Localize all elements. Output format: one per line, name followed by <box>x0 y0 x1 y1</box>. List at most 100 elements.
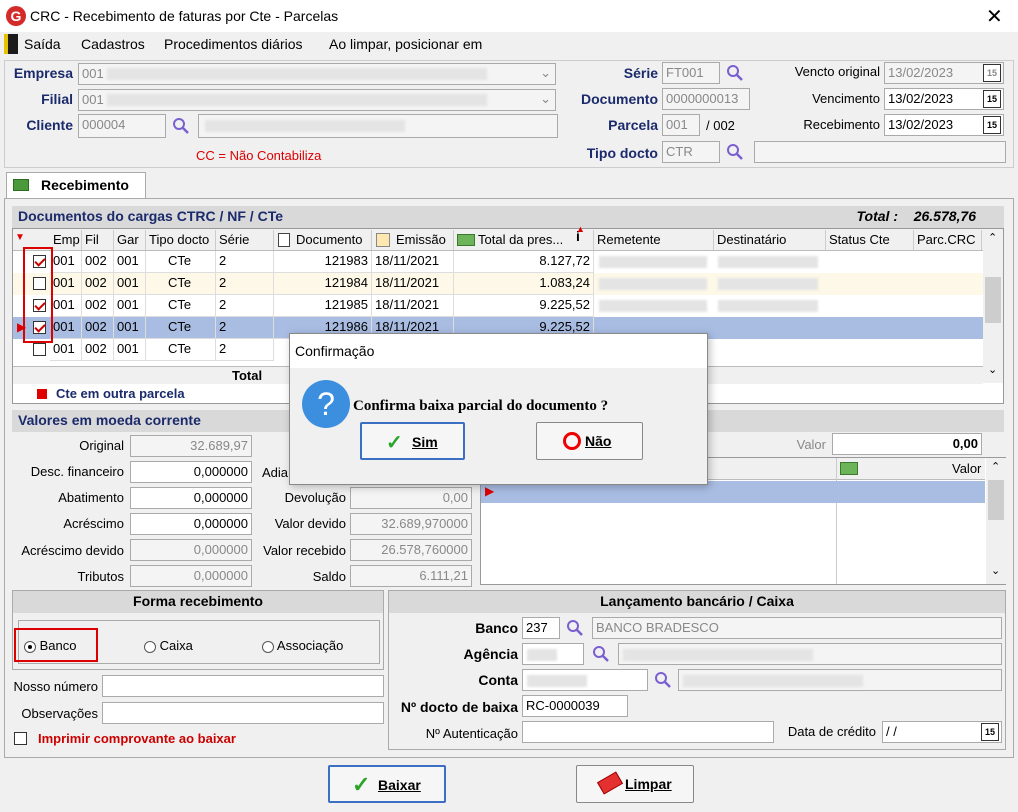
documento-label: Documento <box>581 91 658 107</box>
agencia-input[interactable] <box>522 643 584 665</box>
limpar-button[interactable]: Limpar <box>576 765 694 803</box>
footer-total-label: Total <box>232 368 263 383</box>
vrecebido-label: Valor recebido <box>263 543 346 558</box>
vencto-original-label: Vencto original <box>794 64 880 79</box>
conta-input[interactable] <box>522 669 648 691</box>
sim-button[interactable]: ✓ Sim <box>360 422 465 460</box>
dialog-body <box>290 368 707 484</box>
serie-input[interactable]: FT001 <box>662 62 720 84</box>
acresdev-label: Acréscimo devido <box>21 543 124 558</box>
col-fil[interactable]: Fil <box>82 230 114 250</box>
abat-label: Abatimento <box>58 490 124 505</box>
adia-label: Adia <box>262 465 289 480</box>
dialog-title: Confirmação <box>295 343 375 359</box>
search-icon[interactable] <box>172 117 190 135</box>
menu-ao-limpar[interactable]: Ao limpar, posicionar em <box>329 36 482 52</box>
banco-search-icon[interactable] <box>566 619 584 637</box>
trib-label: Tributos <box>77 569 124 584</box>
money-bill-icon <box>457 234 475 246</box>
desc-input[interactable]: 0,000000 <box>130 461 252 483</box>
agencia-label: Agência <box>463 646 518 662</box>
empresa-select[interactable]: 001 ⌄ <box>78 63 556 85</box>
documento-input[interactable]: 0000000013 <box>662 88 750 110</box>
radio-caixa[interactable]: Caixa <box>144 638 193 653</box>
checkbox-highlight <box>23 247 53 343</box>
cliente-label: Cliente <box>26 117 73 133</box>
col-total[interactable]: Total da pres... <box>454 230 594 250</box>
money-icon <box>840 462 858 475</box>
data-credito-input[interactable]: / /15 <box>882 721 1002 743</box>
legend-swatch <box>37 389 47 399</box>
agencia-name <box>618 643 1002 665</box>
calendar-icon: 15 <box>983 64 1001 82</box>
vencimento-label: Vencimento <box>812 91 880 106</box>
eraser-icon <box>596 771 624 795</box>
table-row[interactable]: 001 002 001 CTe 2 121985 18/11/2021 9.22… <box>13 295 983 317</box>
col-remetente[interactable]: Remetente <box>594 230 714 250</box>
tipo-desc-field <box>754 141 1006 163</box>
window-title: CRC - Recebimento de faturas por Cte - P… <box>30 8 339 24</box>
banco-highlight <box>14 628 98 662</box>
menu-cadastros[interactable]: Cadastros <box>81 36 145 52</box>
valores-scrollbar[interactable]: ⌃ ⌄ <box>986 458 1006 584</box>
parcela-input[interactable]: 001 <box>662 114 700 136</box>
devol-label: Devolução <box>284 490 346 505</box>
table-row[interactable]: 001 002 001 CTe 2 121983 18/11/2021 8.12… <box>13 251 983 273</box>
menu-saida[interactable]: Saída <box>24 36 61 52</box>
exit-door-icon[interactable] <box>4 34 18 54</box>
valores-col-valor: Valor <box>952 461 982 476</box>
observacoes-input[interactable] <box>102 702 384 724</box>
recebimento-label: Recebimento <box>803 117 880 132</box>
empresa-label: Empresa <box>13 65 73 81</box>
valor-input[interactable]: 0,00 <box>832 433 982 455</box>
cliente-input[interactable]: 000004 <box>78 114 166 138</box>
col-status[interactable]: Status Cte <box>826 230 914 250</box>
agencia-search-icon[interactable] <box>592 645 610 663</box>
abat-input[interactable]: 0,000000 <box>130 487 252 509</box>
tipo-docto-label: Tipo docto <box>586 145 658 161</box>
serie-search-icon[interactable] <box>726 64 744 82</box>
tab-recebimento[interactable]: Recebimento <box>6 172 146 198</box>
banco-input[interactable]: 237 <box>522 617 560 639</box>
valor-label: Valor <box>796 437 826 452</box>
tipo-search-icon[interactable] <box>726 143 744 161</box>
observacoes-label: Observações <box>21 706 98 721</box>
saldo-input: 6.111,21 <box>350 565 472 587</box>
desc-label: Desc. financeiro <box>30 464 124 479</box>
row-checkbox <box>33 343 46 356</box>
imprimir-checkbox[interactable] <box>14 732 27 748</box>
col-tipo[interactable]: Tipo docto <box>146 230 216 250</box>
col-parc[interactable]: Parc.CRC <box>914 230 982 250</box>
conta-search-icon[interactable] <box>654 671 672 689</box>
table-row[interactable]: 001 002 001 CTe 2 121984 18/11/2021 1.08… <box>13 273 983 295</box>
col-gar[interactable]: Gar <box>114 230 146 250</box>
nautent-input[interactable] <box>522 721 774 743</box>
info-sort-icon: ▲ i <box>576 224 585 244</box>
col-destinatario[interactable]: Destinatário <box>714 230 826 250</box>
col-serie[interactable]: Série <box>216 230 274 250</box>
grid-scrollbar[interactable]: ⌃ ⌄ <box>983 229 1003 383</box>
original-label: Original <box>79 438 124 453</box>
conta-name <box>678 669 1002 691</box>
col-emp[interactable]: Emp <box>50 230 82 250</box>
recebimento-input[interactable]: 13/02/2023 15 <box>884 114 1004 136</box>
radio-associacao[interactable]: Associação <box>262 638 343 653</box>
row-pointer-icon: ▶ <box>485 484 495 498</box>
banco-label: Banco <box>475 620 518 636</box>
acres-label: Acréscimo <box>63 516 124 531</box>
vencimento-input[interactable]: 13/02/2023 15 <box>884 88 1004 110</box>
legend-label: Cte em outra parcela <box>56 386 185 401</box>
tipo-docto-input[interactable]: CTR <box>662 141 720 163</box>
sort-arrow-icon: ▼ <box>15 232 25 243</box>
ndocto-input[interactable]: RC-0000039 <box>522 695 628 717</box>
menu-procedimentos[interactable]: Procedimentos diários <box>164 36 303 52</box>
calendar-icon: 15 <box>983 116 1001 134</box>
close-icon[interactable]: ✕ <box>986 4 1003 29</box>
filial-select[interactable]: 001 ⌄ <box>78 89 556 111</box>
vencto-original-input[interactable]: 13/02/2023 15 <box>884 62 1004 84</box>
baixar-button[interactable]: ✓ Baixar <box>328 765 446 803</box>
nosso-numero-input[interactable] <box>102 675 384 697</box>
nao-button[interactable]: Não <box>536 422 643 460</box>
trib-input: 0,000000 <box>130 565 252 587</box>
acres-input[interactable]: 0,000000 <box>130 513 252 535</box>
